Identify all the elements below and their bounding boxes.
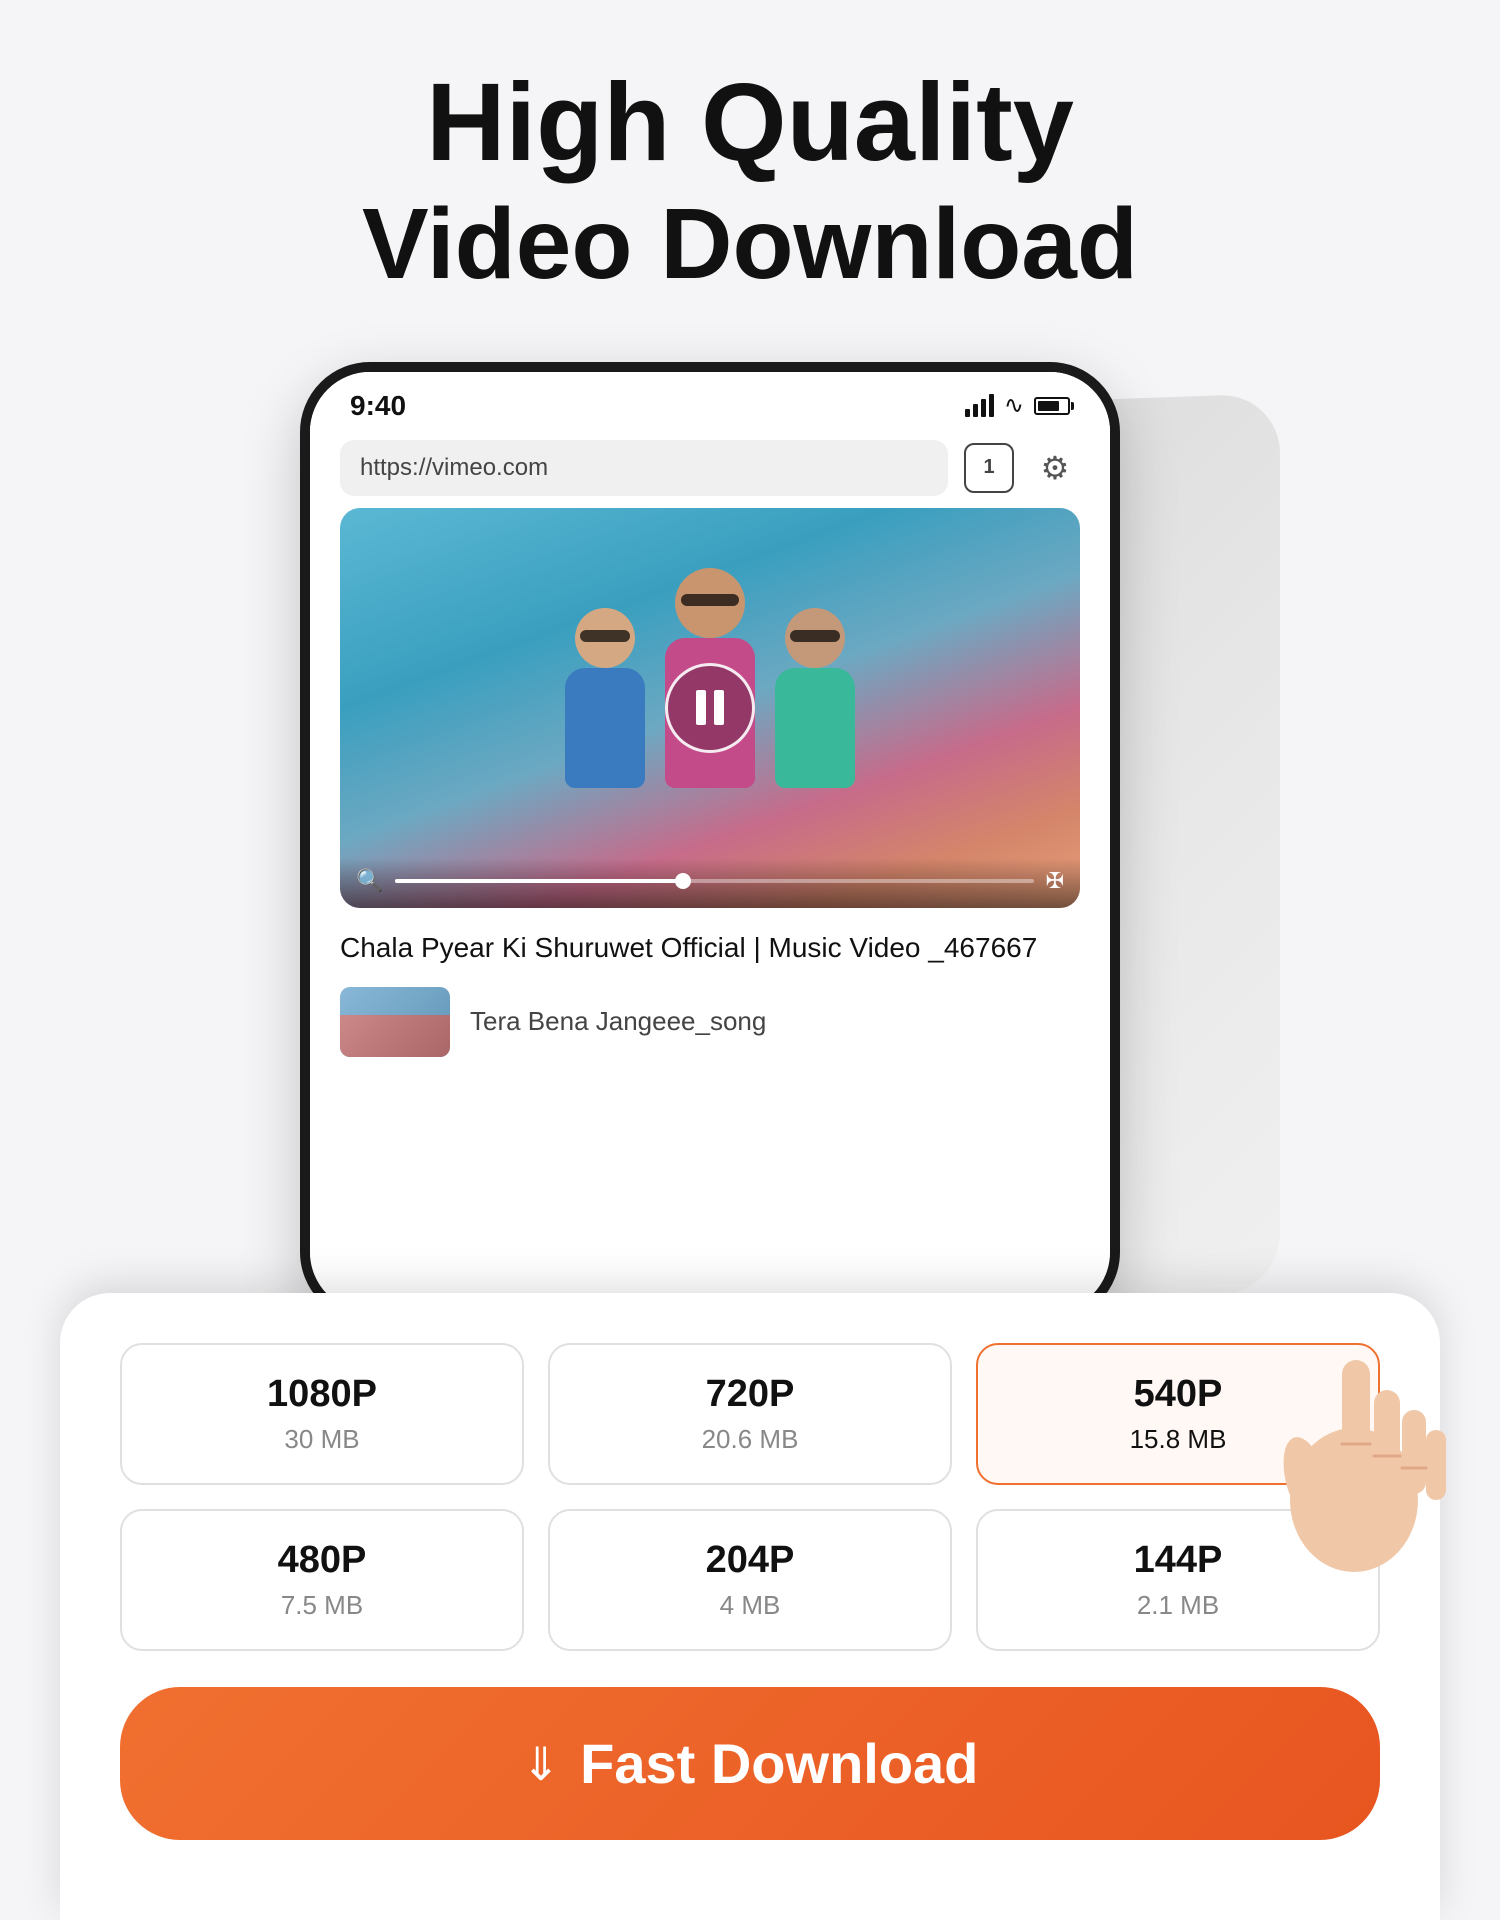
progress-fill — [395, 879, 682, 883]
status-bar: 9:40 ∿ — [310, 372, 1110, 432]
quality-option-720p[interactable]: 720P 20.6 MB — [548, 1343, 952, 1485]
battery-icon — [1034, 397, 1070, 415]
title-line1: High Quality — [362, 60, 1138, 187]
figure-left — [565, 608, 645, 788]
quality-size: 15.8 MB — [1130, 1424, 1227, 1455]
hand-svg — [1270, 1320, 1470, 1580]
quality-size: 20.6 MB — [702, 1424, 799, 1455]
fast-download-button[interactable]: ⇓ Fast Download — [120, 1687, 1380, 1840]
url-bar[interactable]: https://vimeo.com — [340, 440, 948, 496]
play-pause-button[interactable] — [665, 663, 755, 753]
quality-label: 144P — [1134, 1539, 1223, 1582]
url-bar-row: https://vimeo.com 1 ⚙ — [310, 432, 1110, 508]
quality-option-204p[interactable]: 204P 4 MB — [548, 1509, 952, 1651]
phone-scene: 9:40 ∿ https://vimeo.com 1 ⚙ — [300, 362, 1200, 1342]
next-video-thumbnail — [340, 987, 450, 1057]
phone-frame: 9:40 ∿ https://vimeo.com 1 ⚙ — [300, 362, 1120, 1322]
quality-size: 7.5 MB — [281, 1590, 363, 1621]
quality-label: 480P — [278, 1539, 367, 1582]
quality-size: 2.1 MB — [1137, 1590, 1219, 1621]
next-video-title: Tera Bena Jangeee_song — [470, 1006, 766, 1037]
fullscreen-icon[interactable]: ✠ — [1046, 868, 1064, 894]
title-line2: Video Download — [362, 187, 1138, 302]
video-progress-bar[interactable]: 🔍 ✠ — [340, 858, 1080, 908]
signal-icon — [965, 394, 994, 417]
settings-button[interactable]: ⚙ — [1030, 443, 1080, 493]
hand-cursor — [1270, 1320, 1470, 1580]
status-time: 9:40 — [350, 390, 406, 422]
quality-label: 1080P — [267, 1373, 377, 1416]
video-player[interactable]: 🔍 ✠ — [340, 508, 1080, 908]
wifi-icon: ∿ — [1004, 391, 1024, 420]
status-icons: ∿ — [965, 391, 1070, 420]
tab-button[interactable]: 1 — [964, 443, 1014, 493]
video-title: Chala Pyear Ki Shuruwet Official | Music… — [310, 908, 1110, 977]
quality-option-480p[interactable]: 480P 7.5 MB — [120, 1509, 524, 1651]
download-card: 1080P 30 MB 720P 20.6 MB 540P 15.8 MB 480P 7.5 … — [60, 1293, 1440, 1920]
download-icon: ⇓ — [522, 1737, 561, 1791]
page-title: High Quality Video Download — [362, 60, 1138, 302]
zoom-icon: 🔍 — [356, 868, 383, 894]
quality-grid: 1080P 30 MB 720P 20.6 MB 540P 15.8 MB 480P 7.5 … — [120, 1343, 1380, 1651]
figure-right — [775, 608, 855, 788]
progress-track[interactable] — [395, 879, 1033, 883]
quality-label: 204P — [706, 1539, 795, 1582]
next-video-row: Tera Bena Jangeee_song — [310, 977, 1110, 1067]
quality-label: 540P — [1134, 1373, 1223, 1416]
pause-icon — [696, 690, 724, 725]
quality-size: 4 MB — [720, 1590, 781, 1621]
progress-thumb[interactable] — [675, 873, 691, 889]
quality-label: 720P — [706, 1373, 795, 1416]
fast-download-label: Fast Download — [580, 1731, 978, 1796]
quality-option-1080p[interactable]: 1080P 30 MB — [120, 1343, 524, 1485]
quality-size: 30 MB — [284, 1424, 359, 1455]
